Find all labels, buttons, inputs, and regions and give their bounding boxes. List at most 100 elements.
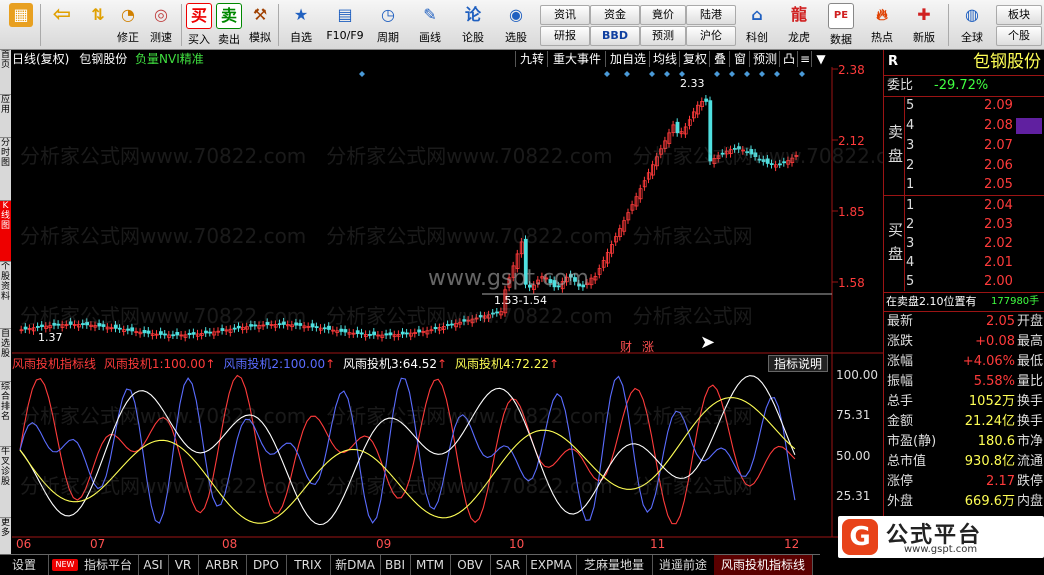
sell-level-row[interactable]: 2 2.06 [884,156,1044,176]
tab-sesame-volume[interactable]: 芝麻量地量 [576,555,653,575]
watchlist-button[interactable]: ★ 自选 [283,3,319,47]
sell-note-row: 在卖盘2.10位置有 177980手 [884,292,1044,312]
major-events-button[interactable]: 重大事件 [547,51,606,67]
overlay-button[interactable]: 叠 [709,51,730,67]
speed-test-button[interactable]: ◎ 测速 [145,3,177,47]
back-arrow-icon[interactable]: ⇦ [46,3,78,47]
buy-level-row[interactable]: 2 2.03 [884,215,1044,235]
buy-button[interactable]: 买买入 [185,3,213,47]
buy-level-row[interactable]: 5 2.00 [884,272,1044,292]
left-tab-bar: 首页 应用 分时图 K线图 个股资料 自选股 综合排名 牛叉诊股 更多 [0,50,11,555]
x-tick: 08 [222,537,238,551]
auction-button[interactable]: 竟价 [640,5,686,25]
indicator-explain-button[interactable]: 指标说明 [768,355,828,372]
tab-sar[interactable]: SAR [490,555,527,575]
forecast-chart-button[interactable]: 预测 [749,51,780,67]
tab-intraday[interactable]: 分时图 [0,138,11,201]
tab-bbi[interactable]: BBI [380,555,411,575]
dragon-tiger-button[interactable]: 龍龙虎 [780,3,818,47]
buy-level-row[interactable]: 1 2.04 [884,196,1044,216]
forecast-button[interactable]: 预测 [640,26,686,46]
indicator-platform-tab[interactable]: 指标平台 [78,555,139,575]
tab-watchlist[interactable]: 自选股 [0,329,11,382]
f10-button[interactable]: ▤ F10/F9 [323,3,367,47]
stock-picker-button[interactable]: ◉ 选股 [496,3,536,47]
tab-vr[interactable]: VR [168,555,199,575]
kline-chart[interactable] [12,67,883,554]
settings-menu-icon[interactable]: ≡ [797,51,812,67]
price-tick: 2.38 [838,63,865,77]
convex-button[interactable]: 凸 [779,51,798,67]
indicator-name[interactable]: 负量NVI精准 [135,52,204,66]
candle-body [462,319,467,322]
sell-button[interactable]: 卖卖出 [215,3,243,47]
tab-fengyu[interactable]: 风雨投机指标线 [714,555,813,575]
candle-body [400,331,405,335]
candle-body [761,159,766,162]
tab-mtm[interactable]: MTM [410,555,451,575]
simulate-button[interactable]: ⚒ 模拟 [246,3,274,47]
candle-body [52,322,57,326]
stat-row: 总市值 930.8亿 流通 [884,452,1044,472]
tab-arbr[interactable]: ARBR [198,555,247,575]
webi-value: -29.72% [934,78,989,93]
period-button[interactable]: ◷ 周期 [369,3,407,47]
dropdown-arrow-icon[interactable]: ▼ [811,51,830,67]
stat-label: 金额 [887,414,914,429]
indicator-title[interactable]: 风雨投机指标线 [12,357,96,371]
tab-trix[interactable]: TRIX [286,555,331,575]
stock-button[interactable]: 个股 [996,26,1042,46]
tab-more[interactable]: 更多 [0,518,11,555]
tab-apps[interactable]: 应用 [0,95,11,138]
discuss-button[interactable]: 论论股 [455,3,491,47]
stat-tail-label: 换手 [1017,394,1044,409]
sector-button[interactable]: 板块 [996,5,1042,25]
sell-level-row[interactable]: 4 2.08 [884,116,1044,136]
bbd-button[interactable]: BBD [590,26,640,46]
settings-tab[interactable]: 设置 [0,555,49,575]
hot-spot-button[interactable]: 🔥︎ 热点 [864,3,900,47]
hk-connect-button[interactable]: 陆港 [686,5,736,25]
stat-tail-label: 最高 [1017,334,1044,349]
tab-home[interactable]: 首页 [0,50,11,95]
tab-diagnose[interactable]: 牛叉诊股 [0,447,11,518]
candle-body [417,329,422,333]
nine-turn-button[interactable]: 九转 [515,51,548,67]
tab-obv[interactable]: OBV [450,555,491,575]
candle-body [704,98,709,102]
draw-line-button[interactable]: ✎ 画线 [410,3,450,47]
event-marker [774,71,780,77]
buy-level-row[interactable]: 4 2.01 [884,253,1044,273]
brand-logo: G 公式平台 www.gspt.com [838,516,1044,558]
fix-button[interactable]: ◔ 修正 [113,3,143,47]
news-button[interactable]: 资讯 [540,5,590,25]
funds-button[interactable]: 资金 [590,5,640,25]
buy-level-row[interactable]: 3 2.02 [884,234,1044,254]
research-button[interactable]: 研报 [540,26,590,46]
tab-kline[interactable]: K线图 [0,201,11,262]
add-watchlist-button[interactable]: 加自选 [605,51,650,67]
window-button[interactable]: 窗 [729,51,750,67]
tab-profile[interactable]: 个股资料 [0,262,11,329]
adjust-button[interactable]: 复权 [679,51,710,67]
tab-asi[interactable]: ASI [138,555,169,575]
candle-body [249,324,254,327]
tab-xiaoyao[interactable]: 逍遥前途 [652,555,715,575]
sell-level-row[interactable]: 3 2.07 [884,136,1044,156]
shanghai-london-button[interactable]: 沪伦 [686,26,736,46]
period-label[interactable]: 日线(复权) [12,52,69,66]
data-button[interactable]: PE 数据 [824,3,858,47]
sell-level-row[interactable]: 5 2.09 [884,96,1044,116]
grid-menu-icon[interactable]: ▦ [6,3,36,47]
global-button[interactable]: ◍ 全球 [952,3,992,47]
tab-new-dma[interactable]: 新DMA [330,555,381,575]
tab-expma[interactable]: EXPMA [526,555,577,575]
sell-level-row[interactable]: 1 2.05 [884,175,1044,195]
tab-dpo[interactable]: DPO [246,555,287,575]
up-down-arrows-icon[interactable]: ⇅ [84,3,112,47]
ma-button[interactable]: 均线 [649,51,680,67]
star-market-button[interactable]: ⌂ 科创 [738,3,776,47]
tab-ranking[interactable]: 综合排名 [0,382,11,447]
new-version-button[interactable]: ✚ 新版 [906,3,942,47]
site-watermark: www.gspt.com [428,266,589,291]
